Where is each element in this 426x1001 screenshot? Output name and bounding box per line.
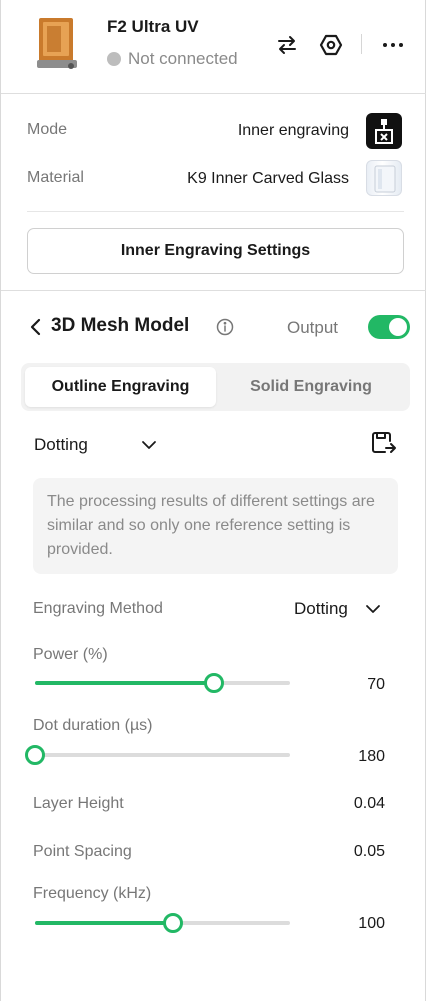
output-toggle[interactable] [368, 315, 410, 339]
mode-value[interactable]: Inner engraving [238, 122, 349, 140]
material-label: Material [27, 169, 84, 186]
chevron-down-icon[interactable] [141, 437, 157, 453]
frequency-value[interactable]: 100 [358, 915, 385, 933]
settings-hex-icon[interactable] [319, 33, 343, 57]
preset-dropdown-value[interactable]: Dotting [34, 435, 88, 455]
slider-handle[interactable] [25, 745, 45, 765]
header-separator [1, 93, 426, 94]
connection-status: Not connected [107, 49, 238, 69]
material-value[interactable]: K9 Inner Carved Glass [187, 170, 349, 188]
mode-divider [27, 211, 404, 212]
engraving-method-label: Engraving Method [33, 600, 163, 617]
tab-solid-engraving[interactable]: Solid Engraving [216, 367, 406, 407]
notice-box: The processing results of different sett… [33, 478, 398, 574]
engraving-tabs: Outline Engraving Solid Engraving [21, 363, 410, 411]
dot-duration-value[interactable]: 180 [358, 748, 385, 766]
inner-engraving-settings-button[interactable]: Inner Engraving Settings [27, 228, 404, 274]
power-value[interactable]: 70 [367, 676, 385, 694]
power-label: Power (%) [33, 646, 108, 663]
connection-status-text: Not connected [128, 49, 238, 68]
slider-fill [35, 681, 214, 685]
header-divider [361, 34, 362, 54]
laser-device-image [35, 16, 79, 72]
swap-icon[interactable] [275, 33, 299, 57]
inner-engraving-icon[interactable] [366, 113, 402, 149]
layer-height-label: Layer Height [33, 795, 124, 812]
layer-height-value[interactable]: 0.04 [354, 795, 385, 813]
export-preset-icon[interactable] [371, 431, 397, 455]
glass-material-thumbnail[interactable] [366, 160, 402, 196]
device-name: F2 Ultra UV [107, 17, 199, 36]
mode-label: Mode [27, 121, 68, 138]
frequency-slider[interactable] [35, 911, 290, 935]
point-spacing-value[interactable]: 0.05 [354, 843, 385, 861]
back-chevron-icon[interactable] [29, 318, 43, 336]
engraving-method-value[interactable]: Dotting [294, 599, 348, 619]
section-separator [1, 290, 426, 291]
point-spacing-label: Point Spacing [33, 843, 132, 860]
more-icon[interactable] [381, 33, 405, 57]
frequency-label: Frequency (kHz) [33, 885, 152, 902]
output-label: Output [287, 318, 339, 337]
slider-handle[interactable] [203, 673, 224, 693]
power-slider[interactable] [35, 671, 290, 695]
info-icon[interactable] [216, 318, 234, 336]
chevron-down-icon[interactable] [365, 601, 381, 617]
side-panel: F2 Ultra UV Not connected Mode Inner eng… [0, 0, 426, 1001]
status-dot-icon [107, 52, 121, 66]
slider-track [35, 753, 290, 757]
slider-fill [35, 921, 173, 925]
tab-outline-engraving[interactable]: Outline Engraving [25, 367, 216, 407]
section-title: 3D Mesh Model [51, 315, 190, 336]
dot-duration-label: Dot duration (µs) [33, 717, 153, 734]
toggle-knob [389, 318, 407, 336]
slider-handle[interactable] [162, 913, 183, 933]
dot-duration-slider[interactable] [25, 743, 290, 767]
